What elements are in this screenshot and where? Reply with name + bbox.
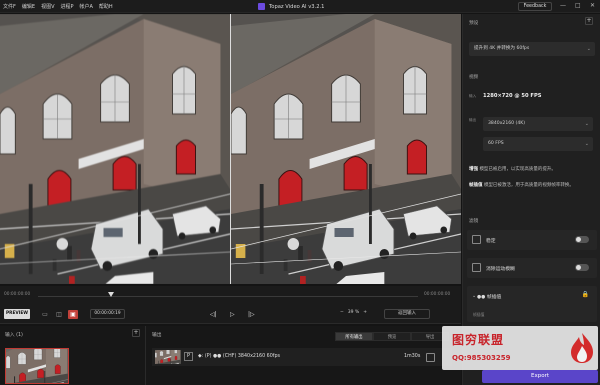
prev-frame-button[interactable]: ◁| [210, 310, 217, 319]
input-thumbnail[interactable] [5, 348, 69, 384]
fps-dropdown[interactable]: 60 FPS ⌄ [483, 137, 593, 151]
chevron-down-icon[interactable]: ⌄ [472, 293, 476, 299]
add-input-button[interactable]: + [132, 329, 140, 337]
preview-button[interactable]: PREVIEW [4, 309, 30, 319]
filters-heading: 滤镜 [469, 219, 479, 224]
output-thumbnail-image [155, 350, 181, 364]
play-button[interactable]: ▷ [230, 310, 235, 319]
output-duration: 1m30s [404, 354, 421, 359]
stabilize-filter[interactable]: 稳定 [467, 230, 597, 250]
enhance-desc-text: 模型已被启用，以实现高质量的提升。 [479, 167, 556, 172]
zoom-out-button[interactable]: − [340, 310, 344, 315]
stabilize-toggle[interactable] [575, 236, 589, 243]
fps-value: 60 FPS [488, 141, 504, 146]
title-bar: 文件F 编辑E 视图V 进程P 帐户A 帮助H Topaz Video AI v… [0, 0, 600, 13]
stabilize-icon [472, 235, 481, 244]
enhanced-video-pane[interactable] [231, 14, 461, 284]
interp-desc-text: 模型已被激活，用于高质量的视频帧率转换。 [483, 183, 574, 188]
io-panel: 输入 (1) + 输出 所有输出 预览 导出 P ◆: (P) ●● (CHF)… [0, 326, 461, 385]
app-title-text: Topaz Video AI v3.2.1 [269, 3, 325, 10]
timeline-track[interactable] [38, 296, 418, 297]
timeline-start: 00:00:00:00 [4, 292, 31, 297]
side-by-side-view-icon[interactable]: ▣ [68, 310, 78, 319]
video-heading: 视频 [469, 75, 479, 80]
close-button[interactable]: ✕ [590, 2, 595, 10]
split-view-icon[interactable]: ◫ [54, 310, 64, 319]
minimize-button[interactable]: — [560, 2, 566, 10]
output-thumbnail [155, 350, 181, 364]
motion-blur-label: 消除运动模糊 [486, 267, 515, 272]
watermark: 图穷联盟 QQ:985303259 [442, 326, 598, 370]
input-column: 输入 (1) + [0, 326, 146, 385]
interpolation-label: ●● 帧插值 [477, 295, 502, 300]
feedback-button[interactable]: Feedback [518, 2, 552, 11]
preview-tag: P [184, 352, 193, 361]
input-thumbnail-image [6, 349, 68, 383]
motion-blur-toggle[interactable] [575, 264, 589, 271]
output-row[interactable]: P ◆: (P) ●● (CHF) 3840x2160 60fps 1m30s [152, 348, 452, 366]
next-frame-button[interactable]: |▷ [248, 310, 255, 319]
menu-help[interactable]: 帮助H [99, 3, 113, 10]
timecode-field[interactable]: 00:00:00:19 [90, 309, 125, 319]
maximize-button[interactable]: □ [575, 2, 581, 10]
zoom-in-button[interactable]: + [363, 310, 367, 315]
enhance-desc-label: 增强 [469, 167, 478, 172]
topaz-logo-icon [258, 3, 265, 10]
single-view-icon[interactable]: ▭ [40, 310, 50, 319]
tab-preview[interactable]: 预览 [373, 332, 411, 341]
menu-account[interactable]: 帐户A [80, 3, 93, 10]
menu-process[interactable]: 进程P [60, 3, 73, 10]
chevron-down-icon: ⌄ [584, 121, 589, 127]
menu-file[interactable]: 文件F [3, 3, 16, 10]
output-heading: 输出 [152, 333, 162, 338]
input-info: 1280×720 @ 50 FPS [483, 93, 542, 99]
menu-bar: 文件F 编辑E 视图V 进程P 帐户A 帮助H [3, 3, 113, 10]
chevron-down-icon: ⌄ [584, 141, 589, 147]
playhead-icon[interactable] [108, 292, 114, 297]
add-preset-button[interactable]: + [585, 17, 593, 25]
enhanced-frame-image [231, 14, 461, 284]
timeline-end: 00:00:00:00 [424, 292, 451, 297]
output-tabs: 所有输出 预览 导出 [335, 332, 449, 341]
tab-all-outputs[interactable]: 所有输出 [335, 332, 373, 341]
output-tag: 输出 [469, 118, 477, 122]
preset-heading: 预设 [469, 21, 479, 26]
motion-blur-filter[interactable]: 消除运动模糊 [467, 258, 597, 278]
resolution-dropdown[interactable]: 3840x2160 (4K) ⌄ [483, 117, 593, 131]
interp-desc-label: 帧插值 [469, 183, 483, 188]
frame-interpolation-filter[interactable]: ●● 帧插值 ⌄ 🔒 帧插值 [467, 286, 597, 322]
original-video-pane[interactable] [0, 14, 230, 284]
chevron-down-icon: ⌄ [586, 46, 591, 52]
stabilize-label: 稳定 [486, 239, 496, 244]
menu-edit[interactable]: 编辑E [22, 3, 35, 10]
enhance-description: 增强 模型已被启用，以实现高质量的提升。 [469, 166, 595, 173]
watermark-title: 图穷联盟 [452, 333, 505, 347]
playback-controls: PREVIEW ▭ ◫ ▣ 00:00:00:19 ◁| ▷ |▷ − 39 %… [0, 306, 461, 324]
lock-icon[interactable]: 🔒 [582, 291, 589, 298]
input-tag: 输入 [469, 94, 477, 98]
watermark-flame-icon [571, 333, 593, 363]
app-title: Topaz Video AI v3.2.1 [258, 3, 324, 10]
interpolation-description: 帧插值 模型已被激活，用于高质量的视频帧率转换。 [469, 182, 595, 189]
interpolation-model-label: 帧插值 [473, 312, 485, 317]
menu-view[interactable]: 视图V [41, 3, 54, 10]
preset-value: 提升到 4K 并转换为 60fps [474, 46, 530, 51]
original-frame-image [0, 14, 230, 284]
timeline[interactable]: 00:00:00:00 00:00:00:00 [0, 286, 461, 306]
zoom-control: − 39 % + [340, 310, 367, 315]
return-to-input-button[interactable]: 返回输入 [384, 309, 430, 319]
zoom-value[interactable]: 39 % [348, 310, 359, 315]
motion-blur-icon [472, 263, 481, 272]
watermark-qq: QQ:985303259 [452, 354, 511, 362]
video-preview[interactable] [0, 14, 461, 284]
output-checkbox[interactable] [426, 353, 435, 362]
output-settings-text: ◆: (P) ●● (CHF) 3840x2160 60fps [198, 354, 280, 359]
preset-dropdown[interactable]: 提升到 4K 并转换为 60fps ⌄ [469, 42, 595, 56]
export-button[interactable]: Export [482, 370, 598, 383]
resolution-value: 3840x2160 (4K) [488, 121, 526, 126]
input-heading: 输入 (1) [5, 333, 23, 338]
